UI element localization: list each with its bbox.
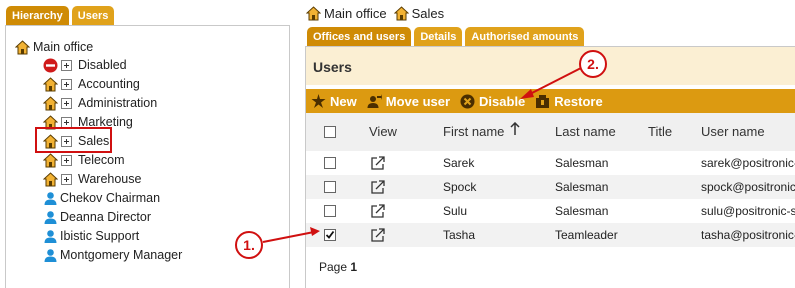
- app-root: Hierarchy Users Main office Disabled Acc…: [0, 0, 795, 288]
- annotation-arrow-1: [262, 227, 320, 243]
